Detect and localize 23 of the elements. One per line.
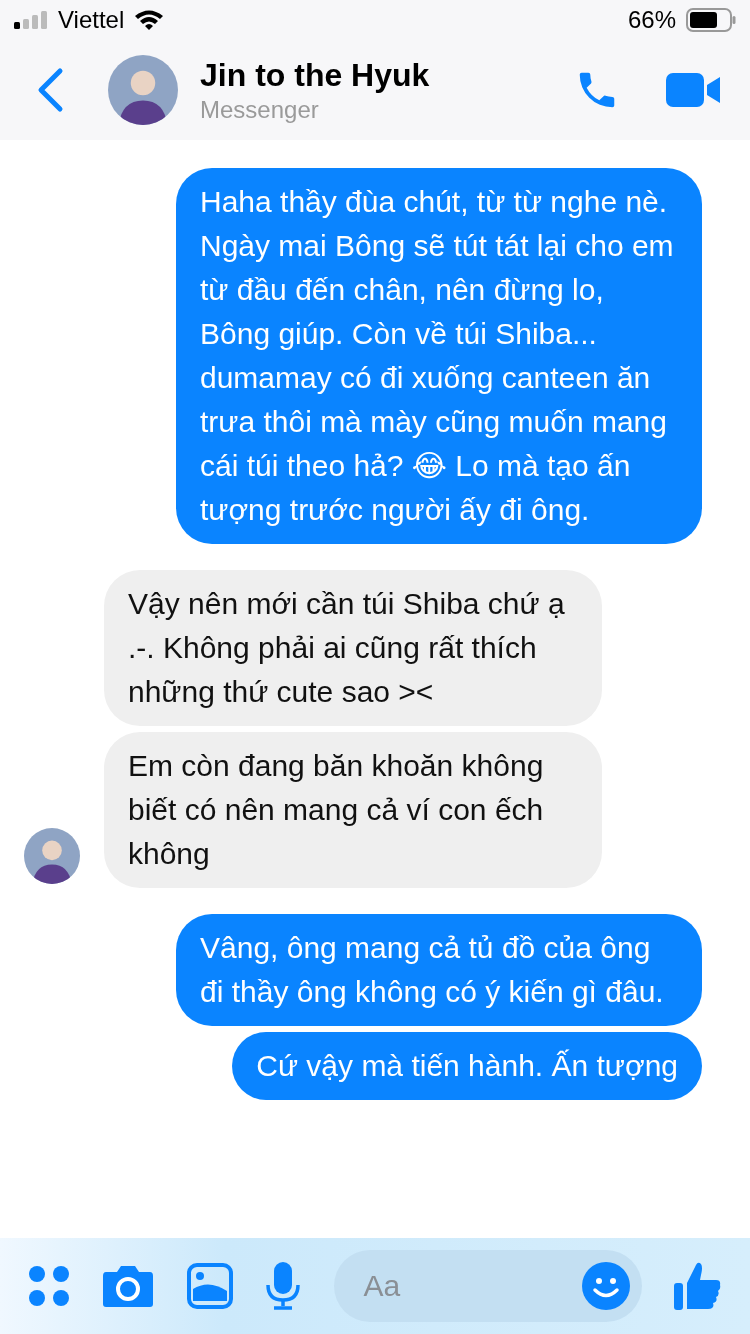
sent-message: Vâng, ông mang cả tủ đồ của ông đi thầy ông không có ý kiến gì đâu.	[176, 914, 702, 1026]
received-message: Vậy nên mới cần túi Shiba chứ ạ .-. Không phải ai cũng rất thích những thứ cute sao ><	[104, 570, 602, 726]
camera-button[interactable]	[102, 1264, 155, 1308]
battery-icon	[686, 8, 736, 32]
battery-percentage: 66%	[627, 6, 676, 34]
microphone-button[interactable]	[265, 1261, 302, 1311]
video-call-button[interactable]	[666, 71, 722, 109]
contact-subtitle: Messenger	[200, 95, 320, 124]
message-placeholder: Aa	[363, 1269, 401, 1303]
like-button[interactable]	[673, 1261, 722, 1311]
wifi-icon	[134, 9, 165, 31]
received-message: Em còn đang băn khoăn không biết có nên mang cả ví con ếch không	[104, 732, 602, 888]
sender-avatar	[24, 828, 80, 884]
gallery-button[interactable]	[186, 1263, 233, 1309]
contact-name: Jin to the Hyuk	[200, 56, 431, 94]
back-button[interactable]	[36, 67, 64, 113]
message-field[interactable]: Aa	[333, 1250, 642, 1322]
sent-message: Haha thầy đùa chút, từ từ nghe nè. Ngày mai Bông sẽ tút tát lại cho em từ đầu đến chân, nên đừng lo, Bông giúp. Còn về túi Shiba... dumamay có đi xuống canteen ăn trưa thôi mà mày cũng muốn mang cái túi theo hả? 😂 Lo mà tạo ấn tượng trước người ấy đi ông.	[176, 168, 702, 544]
smiley-icon[interactable]	[581, 1262, 630, 1310]
more-apps-button[interactable]	[28, 1265, 70, 1307]
signal-icon	[14, 11, 48, 29]
carrier-name: Viettel	[58, 6, 125, 34]
sent-message: Cứ vậy mà tiến hành. Ấn tượng	[232, 1032, 702, 1100]
